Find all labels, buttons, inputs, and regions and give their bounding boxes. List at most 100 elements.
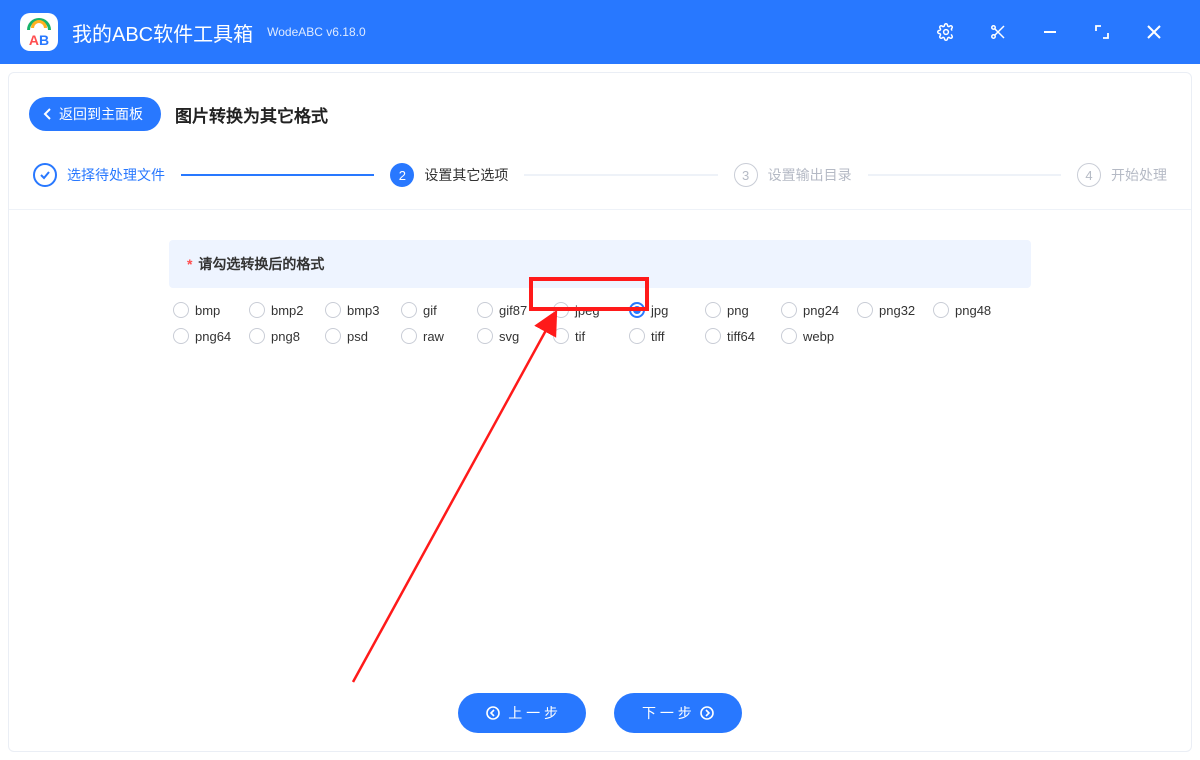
format-radio-label: raw xyxy=(423,329,444,344)
radio-icon xyxy=(933,302,949,318)
format-radio-tiff64[interactable]: tiff64 xyxy=(705,328,781,344)
radio-icon xyxy=(325,328,341,344)
radio-icon xyxy=(781,328,797,344)
radio-icon xyxy=(477,328,493,344)
radio-icon xyxy=(705,328,721,344)
format-radio-label: png64 xyxy=(195,329,231,344)
format-radio-label: tiff xyxy=(651,329,665,344)
format-radio-svg[interactable]: svg xyxy=(477,328,553,344)
page-card: 返回到主面板 图片转换为其它格式 选择待处理文件 2 设置其它选项 3 设置输出… xyxy=(8,72,1192,752)
back-button-label: 返回到主面板 xyxy=(59,104,143,124)
format-radio-jpg[interactable]: jpg xyxy=(629,302,705,318)
radio-icon xyxy=(553,302,569,318)
format-radio-label: png32 xyxy=(879,303,915,318)
step-number-icon: 3 xyxy=(734,163,758,187)
radio-icon xyxy=(857,302,873,318)
format-radio-bmp2[interactable]: bmp2 xyxy=(249,302,325,318)
format-radio-label: tiff64 xyxy=(727,329,755,344)
radio-icon xyxy=(173,302,189,318)
step-connector xyxy=(181,174,374,176)
radio-icon xyxy=(325,302,341,318)
step-label: 选择待处理文件 xyxy=(67,165,165,185)
close-icon[interactable] xyxy=(1128,0,1180,64)
minimize-icon[interactable] xyxy=(1024,0,1076,64)
section-header: * 请勾选转换后的格式 xyxy=(169,240,1031,288)
format-radio-label: bmp3 xyxy=(347,303,380,318)
step-1: 选择待处理文件 xyxy=(33,163,165,187)
radio-icon xyxy=(401,302,417,318)
format-radio-label: png24 xyxy=(803,303,839,318)
format-radio-label: bmp xyxy=(195,303,220,318)
radio-icon xyxy=(173,328,189,344)
step-3: 3 设置输出目录 xyxy=(734,163,852,187)
format-radio-psd[interactable]: psd xyxy=(325,328,401,344)
format-radio-label: jpeg xyxy=(575,303,600,318)
step-2: 2 设置其它选项 xyxy=(390,163,508,187)
step-label: 设置其它选项 xyxy=(424,165,508,185)
app-logo: AB xyxy=(20,13,58,51)
format-radio-tiff[interactable]: tiff xyxy=(629,328,705,344)
radio-icon xyxy=(401,328,417,344)
format-radio-gif87[interactable]: gif87 xyxy=(477,302,553,318)
section-title: 请勾选转换后的格式 xyxy=(198,256,324,272)
format-radio-png64[interactable]: png64 xyxy=(173,328,249,344)
app-version: WodeABC v6.18.0 xyxy=(267,25,366,39)
stepper: 选择待处理文件 2 设置其它选项 3 设置输出目录 4 开始处理 xyxy=(9,149,1191,210)
content-area: * 请勾选转换后的格式 bmp bmp2 bmp3 gif gif87 jpeg jpg pn… xyxy=(9,210,1191,348)
titlebar: AB 我的ABC软件工具箱 WodeABC v6.18.0 xyxy=(0,0,1200,64)
window-controls xyxy=(920,0,1180,64)
step-connector xyxy=(524,174,717,176)
settings-icon[interactable] xyxy=(920,0,972,64)
format-options: bmp bmp2 bmp3 gif gif87 jpeg jpg png png24 png32 p… xyxy=(169,288,1031,348)
format-radio-webp[interactable]: webp xyxy=(781,328,857,344)
back-button[interactable]: 返回到主面板 xyxy=(29,97,161,131)
required-indicator: * xyxy=(187,256,192,272)
step-connector xyxy=(868,174,1061,176)
page-title: 图片转换为其它格式 xyxy=(175,102,328,127)
format-radio-bmp[interactable]: bmp xyxy=(173,302,249,318)
footer-nav: 上 一 步 下 一 步 xyxy=(9,693,1191,733)
scissors-icon[interactable] xyxy=(972,0,1024,64)
format-radio-jpeg[interactable]: jpeg xyxy=(553,302,629,318)
radio-icon xyxy=(249,302,265,318)
step-number-icon: 2 xyxy=(390,163,414,187)
step-label: 设置输出目录 xyxy=(768,165,852,185)
format-radio-png48[interactable]: png48 xyxy=(933,302,1009,318)
step-label: 开始处理 xyxy=(1111,165,1167,185)
step-4: 4 开始处理 xyxy=(1077,163,1167,187)
radio-icon xyxy=(629,328,645,344)
format-radio-tif[interactable]: tif xyxy=(553,328,629,344)
next-button[interactable]: 下 一 步 xyxy=(614,693,742,733)
format-radio-label: gif87 xyxy=(499,303,527,318)
app-title: 我的ABC软件工具箱 xyxy=(72,18,253,47)
next-button-label: 下 一 步 xyxy=(642,703,692,723)
step-number-icon: 4 xyxy=(1077,163,1101,187)
format-radio-label: png48 xyxy=(955,303,991,318)
format-radio-raw[interactable]: raw xyxy=(401,328,477,344)
radio-icon xyxy=(249,328,265,344)
format-radio-bmp3[interactable]: bmp3 xyxy=(325,302,401,318)
format-radio-label: bmp2 xyxy=(271,303,304,318)
format-radio-label: tif xyxy=(575,329,585,344)
format-radio-label: gif xyxy=(423,303,437,318)
format-radio-png[interactable]: png xyxy=(705,302,781,318)
format-radio-png8[interactable]: png8 xyxy=(249,328,325,344)
format-radio-label: psd xyxy=(347,329,368,344)
format-radio-label: jpg xyxy=(651,303,668,318)
format-radio-label: png8 xyxy=(271,329,300,344)
format-radio-png24[interactable]: png24 xyxy=(781,302,857,318)
prev-button[interactable]: 上 一 步 xyxy=(458,693,586,733)
radio-icon xyxy=(705,302,721,318)
check-icon xyxy=(33,163,57,187)
format-radio-gif[interactable]: gif xyxy=(401,302,477,318)
radio-icon xyxy=(629,302,645,318)
format-radio-label: png xyxy=(727,303,749,318)
radio-icon xyxy=(477,302,493,318)
radio-icon xyxy=(553,328,569,344)
format-radio-png32[interactable]: png32 xyxy=(857,302,933,318)
prev-button-label: 上 一 步 xyxy=(508,703,558,723)
format-radio-label: webp xyxy=(803,329,834,344)
maximize-icon[interactable] xyxy=(1076,0,1128,64)
format-radio-label: svg xyxy=(499,329,519,344)
radio-icon xyxy=(781,302,797,318)
